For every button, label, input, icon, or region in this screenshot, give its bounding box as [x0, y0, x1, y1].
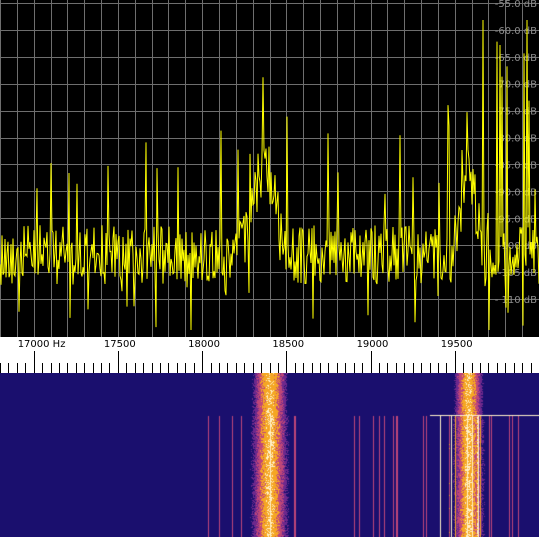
ruler-label: 17000 Hz	[18, 339, 66, 350]
db-label: -75.0 dB	[495, 107, 537, 118]
db-label: -105 dB	[498, 268, 537, 279]
ruler-label: 19000	[357, 339, 389, 350]
ruler-labels: 17000 Hz 17500 18000 18500 19000 19500	[18, 339, 473, 350]
waterfall-spectrogram[interactable]	[0, 373, 539, 537]
db-label: -65.0 dB	[495, 53, 537, 64]
db-label: - 110 dB	[495, 295, 537, 306]
db-label: -60.0 dB	[495, 26, 537, 37]
ruler-label: 19500	[441, 339, 473, 350]
ruler-label: 18000	[188, 339, 220, 350]
ruler-label: 17500	[104, 339, 136, 350]
ruler-ticks	[0, 351, 532, 373]
ruler-label: 18500	[272, 339, 304, 350]
db-label: -55.0 dB	[495, 0, 537, 10]
spectrum-trace	[0, 19, 539, 331]
frequency-ruler[interactable]: 17000 Hz 17500 18000 18500 19000 19500	[0, 337, 539, 373]
db-label: -70.0 dB	[495, 80, 537, 91]
spectrum-plot[interactable]: -55.0 dB -60.0 dB -65.0 dB -70.0 dB -75.0 dB…	[0, 0, 539, 337]
